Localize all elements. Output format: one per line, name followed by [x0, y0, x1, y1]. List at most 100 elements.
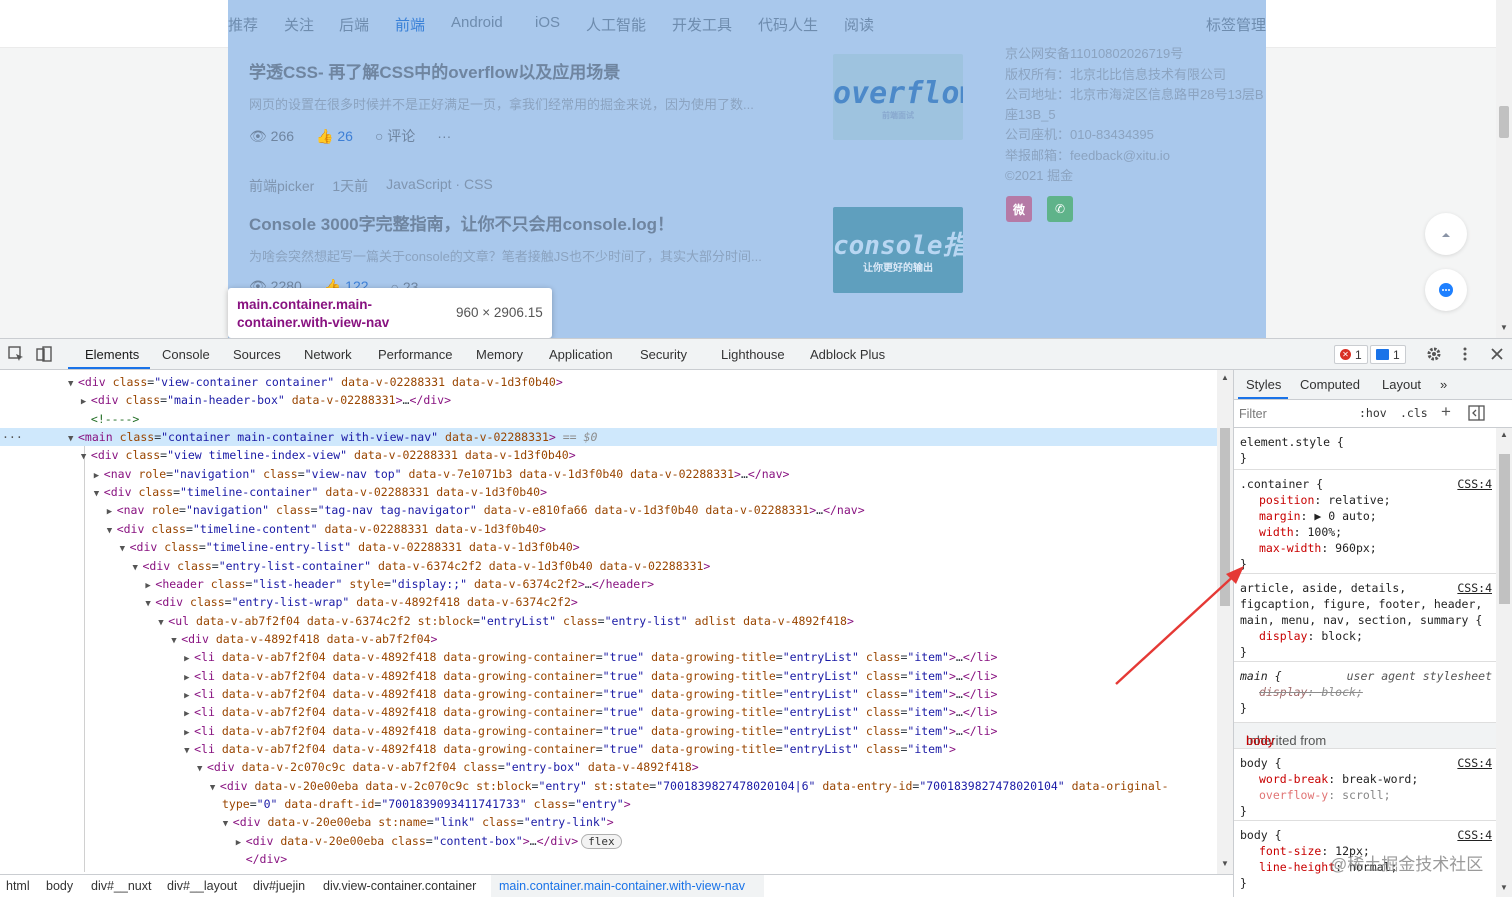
collapsed-triangle-icon[interactable]: ▶ — [184, 687, 194, 705]
article-abstract[interactable]: 网页的设置在很多时候并不是正好满足一页，拿我们经常用的掘金来说，因为使用了数..… — [249, 94, 804, 113]
wechat-icon[interactable]: ✆ — [1047, 196, 1073, 222]
dom-tree-scroll-thumb[interactable] — [1220, 428, 1230, 606]
expanded-triangle-icon[interactable]: ▼ — [81, 448, 91, 466]
article-thumbnail[interactable]: overflow 前端面试 — [833, 54, 963, 140]
nav-item-backend[interactable]: 后端 — [339, 14, 369, 35]
dom-tree[interactable]: ▼ <div class="view-container container" d… — [0, 370, 1217, 874]
dom-node-selected[interactable]: ··· ▼ <main class="container main-containe… — [0, 428, 1217, 448]
crumb-juejin[interactable]: div#juejin — [253, 879, 305, 893]
more-tabs-icon[interactable]: » — [1440, 377, 1447, 392]
tab-memory[interactable]: Memory — [476, 347, 523, 362]
tab-security[interactable]: Security — [640, 347, 687, 362]
nav-item-android[interactable]: Android — [451, 14, 503, 31]
expanded-triangle-icon[interactable]: ▼ — [120, 540, 130, 558]
node-menu-icon[interactable]: ··· — [2, 428, 23, 446]
kebab-menu-icon[interactable] — [1456, 345, 1474, 363]
css-declaration-overridden[interactable]: display: block; — [1259, 685, 1363, 699]
styles-scrollbar[interactable]: ▲ ▼ — [1496, 428, 1512, 897]
footer-email[interactable]: 举报邮箱：feedback@xitu.io — [1005, 145, 1170, 164]
inspect-element-icon[interactable] — [7, 345, 25, 363]
article-tags[interactable]: JavaScript · CSS — [386, 176, 493, 196]
styles-scroll-thumb[interactable] — [1499, 454, 1510, 604]
error-count-badge[interactable]: ✕ 1 — [1334, 345, 1368, 364]
rule-main-ua[interactable]: main { user agent stylesheet display: bl… — [1234, 662, 1496, 723]
page-scroll-thumb[interactable] — [1499, 106, 1509, 138]
tab-performance[interactable]: Performance — [378, 347, 452, 362]
collapsed-triangle-icon[interactable]: ▶ — [184, 669, 194, 687]
crumb-nuxt[interactable]: div#__nuxt — [91, 879, 151, 893]
crumb-layout[interactable]: div#__layout — [167, 879, 237, 893]
crumb-main-container[interactable]: main.container.main-container.with-view-… — [499, 879, 745, 893]
device-toolbar-icon[interactable] — [35, 345, 53, 363]
css-declaration-inactive[interactable]: overflow-y: scroll; — [1259, 788, 1391, 802]
tab-styles[interactable]: Styles — [1246, 377, 1281, 392]
expanded-triangle-icon[interactable]: ▼ — [171, 632, 181, 650]
expanded-triangle-icon[interactable]: ▼ — [145, 595, 155, 613]
nav-item-life[interactable]: 代码人生 — [758, 14, 818, 35]
comment-button[interactable]: ○ 评论 — [375, 126, 415, 146]
collapsed-triangle-icon[interactable]: ▶ — [81, 393, 91, 411]
inherited-element-link[interactable]: body — [1246, 733, 1274, 748]
tab-network[interactable]: Network — [304, 347, 352, 362]
expanded-triangle-icon[interactable]: ▼ — [158, 614, 168, 632]
crumb-body[interactable]: body — [46, 879, 73, 893]
crumb-view-container[interactable]: div.view-container.container — [323, 879, 476, 893]
tab-adblock-plus[interactable]: Adblock Plus — [810, 347, 885, 362]
css-declaration[interactable]: display: block; — [1259, 629, 1363, 643]
expanded-triangle-icon[interactable]: ▼ — [197, 760, 207, 778]
expanded-triangle-icon[interactable]: ▼ — [94, 485, 104, 503]
nav-item-recommend[interactable]: 推荐 — [228, 14, 258, 35]
rule-body-1[interactable]: body { CSS:4 word-break: break-word; ove… — [1234, 749, 1496, 821]
css-declaration[interactable]: position: relative; — [1259, 493, 1391, 507]
tag-management-link[interactable]: 标签管理 — [1206, 14, 1266, 35]
styles-filter-input[interactable] — [1239, 404, 1345, 424]
new-rule-icon[interactable]: + — [1441, 402, 1451, 422]
collapsed-triangle-icon[interactable]: ▶ — [236, 834, 246, 852]
rule-source-link[interactable]: CSS:4 — [1457, 581, 1492, 595]
rule-element-style[interactable]: element.style { } — [1234, 428, 1496, 470]
article-abstract[interactable]: 为啥会突然想起写一篇关于console的文章？笔者接触JS也不少时间了，其实大部… — [249, 246, 804, 265]
sidebar-toggle-icon[interactable] — [1468, 405, 1485, 421]
scroll-up-arrow-icon[interactable]: ▲ — [1221, 373, 1229, 382]
collapsed-triangle-icon[interactable]: ▶ — [184, 650, 194, 668]
article-thumbnail[interactable]: console指南 让你更好的输出 — [833, 207, 963, 293]
collapsed-triangle-icon[interactable]: ▶ — [107, 503, 117, 521]
expanded-triangle-icon[interactable]: ▼ — [107, 522, 117, 540]
article-title[interactable]: Console 3000字完整指南，让你不只会用console.log！ — [249, 210, 674, 235]
gear-icon[interactable] — [1425, 345, 1443, 363]
scroll-down-arrow-icon[interactable]: ▼ — [1500, 883, 1508, 892]
rule-html5-block[interactable]: article, aside, details, CSS:4 figcaptio… — [1234, 574, 1496, 662]
nav-item-frontend[interactable]: 前端 — [395, 14, 425, 35]
expanded-triangle-icon[interactable]: ▼ — [223, 815, 233, 833]
nav-item-reading[interactable]: 阅读 — [844, 14, 874, 35]
expanded-triangle-icon[interactable]: ▼ — [210, 779, 220, 797]
author-name[interactable]: 前端picker — [249, 176, 314, 196]
tab-elements[interactable]: Elements — [85, 347, 139, 362]
feedback-button[interactable] — [1425, 269, 1467, 311]
info-count-badge[interactable]: 1 — [1370, 345, 1406, 364]
tab-console[interactable]: Console — [162, 347, 210, 362]
scroll-down-arrow-icon[interactable]: ▼ — [1500, 323, 1508, 332]
collapsed-triangle-icon[interactable]: ▶ — [94, 467, 104, 485]
expanded-triangle-icon[interactable]: ▼ — [68, 375, 78, 393]
collapsed-triangle-icon[interactable]: ▶ — [184, 724, 194, 742]
css-declaration-max-width[interactable]: max-width: 960px; — [1259, 541, 1377, 555]
expanded-triangle-icon[interactable]: ▼ — [133, 559, 143, 577]
cls-toggle[interactable]: .cls — [1400, 406, 1428, 420]
tab-computed[interactable]: Computed — [1300, 377, 1360, 392]
like-button[interactable]: 👍 26 — [316, 128, 353, 145]
css-declaration[interactable]: margin: ▶ 0 auto; — [1259, 509, 1377, 523]
scroll-down-arrow-icon[interactable]: ▼ — [1221, 859, 1229, 868]
scroll-up-arrow-icon[interactable]: ▲ — [1500, 430, 1508, 439]
tab-sources[interactable]: Sources — [233, 347, 281, 362]
collapsed-triangle-icon[interactable]: ▶ — [184, 705, 194, 723]
nav-item-ios[interactable]: iOS — [535, 14, 560, 31]
weibo-icon[interactable]: 微 — [1006, 196, 1032, 222]
crumb-html[interactable]: html — [6, 879, 30, 893]
expanded-triangle-icon[interactable]: ▼ — [68, 430, 78, 448]
collapsed-triangle-icon[interactable]: ▶ — [145, 577, 155, 595]
nav-item-devtools[interactable]: 开发工具 — [672, 14, 732, 35]
css-declaration[interactable]: word-break: break-word; — [1259, 772, 1418, 786]
nav-item-follow[interactable]: 关注 — [284, 14, 314, 35]
more-icon[interactable]: ··· — [437, 128, 451, 144]
